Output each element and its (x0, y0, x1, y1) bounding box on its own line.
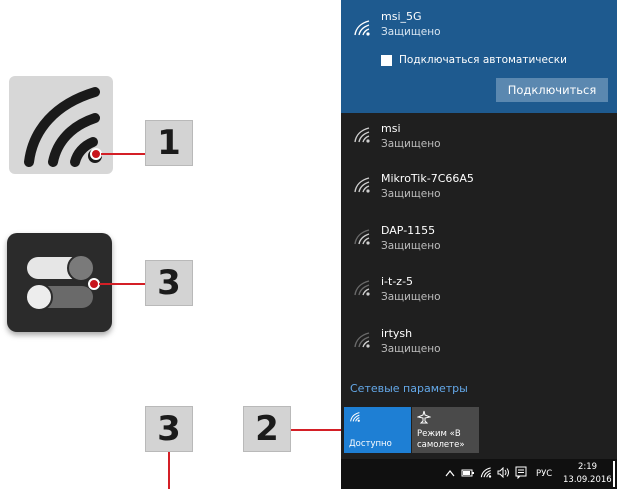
connect-button[interactable]: Подключиться (496, 78, 608, 102)
callout-line-bottom (168, 452, 170, 489)
callout-badge-2: 2 (243, 406, 291, 452)
show-desktop-edge[interactable] (613, 461, 615, 487)
callout-line-wifi (101, 153, 145, 155)
auto-connect-checkbox[interactable] (381, 55, 392, 66)
wifi-icon (354, 127, 370, 143)
quick-action-airplane[interactable]: Режим «В самолете» (412, 407, 479, 453)
network-settings-link[interactable]: Сетевые параметры (350, 382, 468, 395)
network-item-itz[interactable]: i-t-z-5 Защищено (341, 268, 617, 318)
wifi-icon (354, 280, 370, 296)
wifi-icon (354, 332, 370, 348)
network-name: MikroTik-7C66A5 (381, 172, 474, 185)
wifi-icon (350, 412, 360, 422)
callout-line-toggle (99, 283, 145, 285)
callout-badge-3-bottom: 3 (145, 406, 193, 452)
battery-icon[interactable] (461, 468, 475, 478)
quick-action-wifi[interactable]: Доступно (344, 407, 411, 453)
network-item-mikrotik[interactable]: MikroTik-7C66A5 Защищено (341, 165, 617, 215)
network-name: irtysh (381, 327, 413, 340)
network-status: Защищено (381, 343, 441, 355)
auto-connect-label: Подключаться автоматически (399, 54, 567, 66)
taskbar: РУС 2:19 13.09.2016 (341, 459, 617, 489)
network-item-irtysh[interactable]: irtysh Защищено (341, 320, 617, 370)
network-name: msi (381, 122, 401, 135)
active-network-name: msi_5G (381, 10, 422, 23)
network-name: i-t-z-5 (381, 275, 414, 288)
airplane-icon (417, 410, 431, 424)
active-network-status: Защищено (381, 26, 441, 38)
active-network-item[interactable]: msi_5G Защищено Подключаться автоматичес… (341, 0, 617, 113)
callout-badge-3-toggle: 3 (145, 260, 193, 306)
notifications-icon[interactable] (515, 466, 527, 479)
language-indicator[interactable]: РУС (536, 469, 552, 479)
callout-badge-1: 1 (145, 120, 193, 166)
wifi-icon (354, 177, 370, 193)
network-status: Защищено (381, 240, 441, 252)
network-item-msi[interactable]: msi Защищено (341, 115, 617, 165)
network-status: Защищено (381, 138, 441, 150)
network-status: Защищено (381, 188, 441, 200)
network-flyout: msi_5G Защищено Подключаться автоматичес… (341, 0, 617, 489)
network-item-dap[interactable]: DAP-1155 Защищено (341, 217, 617, 267)
chevron-up-icon[interactable] (445, 469, 455, 477)
volume-icon[interactable] (497, 467, 510, 478)
clock-date[interactable]: 13.09.2016 (563, 475, 612, 485)
wifi-icon[interactable] (480, 467, 492, 478)
network-name: DAP-1155 (381, 224, 436, 237)
clock-time[interactable]: 2:19 (578, 462, 597, 472)
network-status: Защищено (381, 291, 441, 303)
wifi-icon (354, 229, 370, 245)
wifi-icon (354, 20, 370, 36)
airplane-label-line1: Режим «В (417, 429, 461, 439)
airplane-label-line2: самолете» (417, 440, 465, 450)
quick-wifi-label: Доступно (349, 439, 392, 449)
